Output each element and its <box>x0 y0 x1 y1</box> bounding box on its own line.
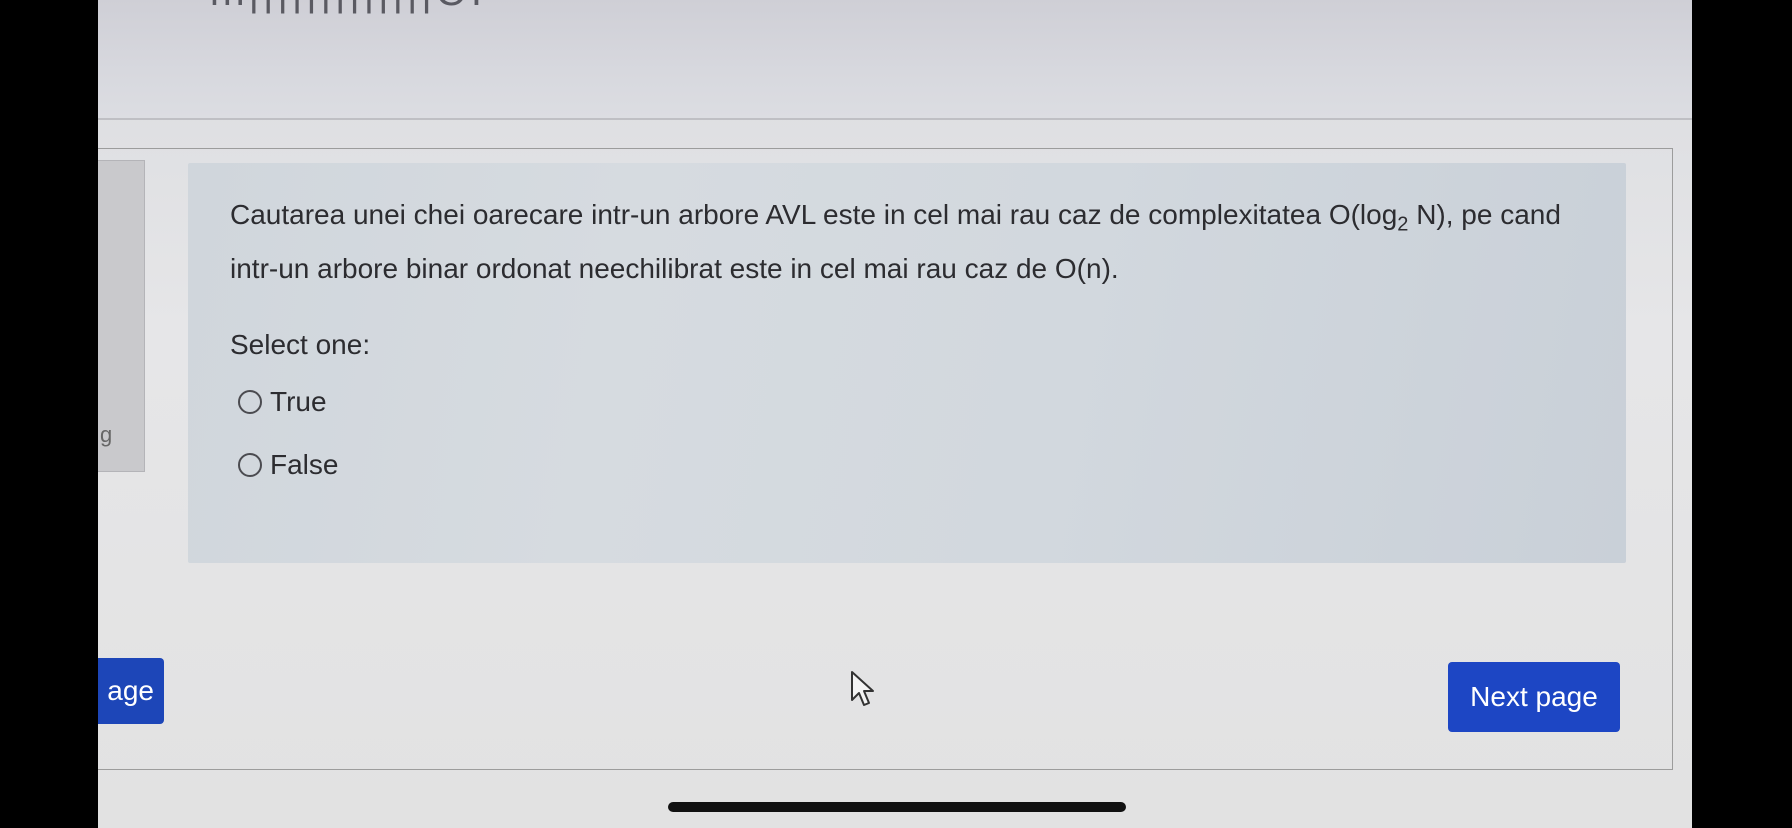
answer-option-label: False <box>270 449 339 480</box>
answer-option-false[interactable]: False <box>238 449 338 481</box>
home-indicator-bar <box>668 802 1126 812</box>
radio-unchecked-icon[interactable] <box>238 453 262 477</box>
answer-option-true[interactable]: True <box>238 386 327 418</box>
radio-unchecked-icon[interactable] <box>238 390 262 414</box>
question-subscript: 2 <box>1397 213 1409 236</box>
question-text: Cautarea unei chei oarecare intr-un arbo… <box>230 193 1610 291</box>
page-header-band: lll|||||||||||||OI <box>98 0 1692 120</box>
mouse-cursor-icon <box>850 670 876 713</box>
question-box: Cautarea unei chei oarecare intr-un arbo… <box>188 163 1626 563</box>
select-one-label: Select one: <box>230 329 371 360</box>
next-page-button[interactable]: Next page <box>1448 662 1620 732</box>
answer-option-label: True <box>270 386 327 417</box>
question-text-part-1: Cautarea unei chei oarecare intr-un arbo… <box>230 199 1398 230</box>
question-info-text-fragment: g <box>100 422 113 447</box>
browser-viewport: lll|||||||||||||OI g Cautarea unei chei … <box>98 0 1692 828</box>
page-heading-fragment: lll|||||||||||||OI <box>210 0 486 15</box>
previous-page-button[interactable]: age <box>98 658 164 724</box>
